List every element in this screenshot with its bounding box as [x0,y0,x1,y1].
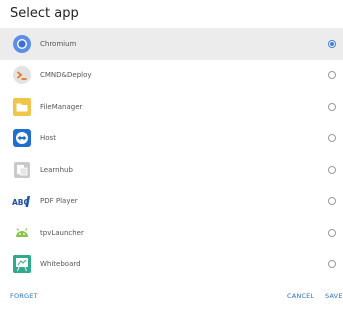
app-radio-cmnd-deploy[interactable] [328,71,336,80]
select-app-dialog: Select app Chromium CMND&Deploy FileMana… [0,0,343,313]
app-radio-whiteboard[interactable] [328,260,336,269]
app-list: Chromium CMND&Deploy FileManager Host Le… [0,28,343,280]
app-name: Chromium [40,39,77,48]
app-row-pdf-player[interactable]: ABC PDF Player [0,186,343,218]
host-icon [12,128,32,148]
learnhub-icon [12,160,32,180]
app-row-whiteboard[interactable]: Whiteboard [0,249,343,281]
file-manager-icon [12,97,32,117]
app-name: tpvLauncher [40,228,84,237]
forget-button[interactable]: FORGET [10,292,38,300]
app-name: Host [40,134,56,143]
app-row-tpv-launcher[interactable]: tpvLauncher [0,217,343,249]
cancel-button[interactable]: CANCEL [287,292,314,300]
app-radio-host[interactable] [328,134,336,143]
app-row-cmnd-deploy[interactable]: CMND&Deploy [0,60,343,92]
app-radio-file-manager[interactable] [328,102,336,111]
tpv-launcher-icon [12,223,32,243]
save-button[interactable]: SAVE [325,292,343,300]
pdf-player-icon: ABC [12,191,32,211]
app-row-chromium[interactable]: Chromium [0,28,343,60]
app-name: FileManager [40,102,83,111]
app-row-host[interactable]: Host [0,123,343,155]
app-name: PDF Player [40,197,78,206]
app-name: CMND&Deploy [40,71,92,80]
app-radio-pdf-player[interactable] [328,197,336,206]
app-name: Learnhub [40,165,73,174]
cmnd-deploy-icon [12,65,32,85]
chromium-icon [12,34,32,54]
whiteboard-icon [12,254,32,274]
app-row-file-manager[interactable]: FileManager [0,91,343,123]
app-row-learnhub[interactable]: Learnhub [0,154,343,186]
app-radio-chromium[interactable] [328,39,336,48]
app-radio-tpv-launcher[interactable] [328,228,336,237]
dialog-actions: FORGET CANCEL SAVE [0,292,343,306]
app-name: Whiteboard [40,260,81,269]
app-radio-learnhub[interactable] [328,165,336,174]
dialog-title: Select app [10,6,79,21]
